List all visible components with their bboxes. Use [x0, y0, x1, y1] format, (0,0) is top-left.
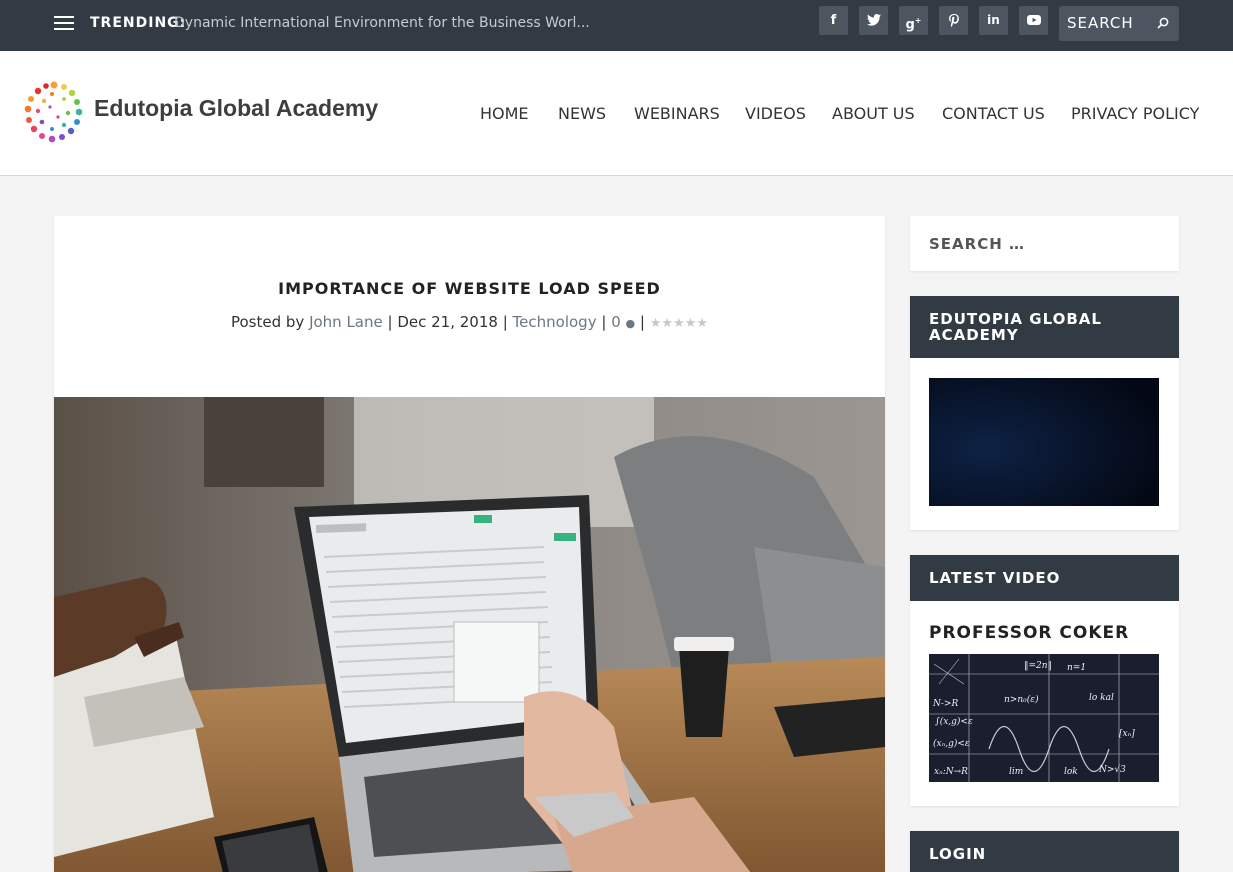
comment-icon: ● — [625, 317, 636, 330]
featured-image — [54, 397, 885, 872]
comments-link[interactable]: 0 ● — [611, 313, 635, 331]
professor-coker-video-thumbnail[interactable]: N->R n>n₀(ε) lo kal ∫(x,g)<ε n=1 (xₙ,g)<… — [929, 654, 1159, 782]
post-card: IMPORTANCE OF WEBSITE LOAD SPEED Posted … — [54, 216, 885, 872]
nav-news[interactable]: NEWS — [558, 104, 606, 123]
nav-home[interactable]: HOME — [480, 104, 529, 123]
svg-text:xₙ:N→R: xₙ:N→R — [934, 767, 968, 777]
author-link[interactable]: John Lane — [309, 313, 383, 331]
svg-text:N->R: N->R — [932, 699, 958, 709]
nav-privacy-policy[interactable]: PRIVACY POLICY — [1071, 104, 1199, 123]
meta-separator: | — [387, 313, 398, 331]
svg-text:n=1: n=1 — [1067, 663, 1086, 673]
sidebar-search-input[interactable] — [929, 232, 1159, 256]
sidebar-search-box[interactable] — [910, 216, 1179, 271]
site-title[interactable]: Edutopia Global Academy — [94, 95, 378, 122]
top-search-box[interactable] — [1059, 6, 1179, 41]
top-bar: TRENDING: Dynamic International Environm… — [0, 0, 1233, 51]
post-title: IMPORTANCE OF WEBSITE LOAD SPEED — [278, 279, 661, 298]
pinterest-icon[interactable] — [939, 6, 968, 35]
academy-widget-title: EDUTOPIA GLOBAL ACADEMY — [910, 296, 1179, 358]
post-date: Dec 21, 2018 — [397, 313, 498, 331]
twitter-icon[interactable] — [859, 6, 888, 35]
menu-icon[interactable] — [54, 16, 74, 30]
top-search-input[interactable] — [1067, 12, 1147, 34]
latest-video-widget: LATEST VIDEO PROFESSOR COKER N->R n>n₀(ε… — [910, 555, 1179, 806]
youtube-icon[interactable] — [1019, 6, 1048, 35]
svg-text:N>√3: N>√3 — [1098, 764, 1126, 775]
search-icon[interactable] — [1157, 17, 1169, 29]
posted-by-label: Posted by — [230, 313, 305, 331]
comment-count: 0 — [611, 313, 621, 331]
trending-label: TRENDING: — [90, 15, 187, 31]
svg-text:‖=2n‖: ‖=2n‖ — [1024, 661, 1052, 671]
svg-text:lim: lim — [1009, 767, 1023, 777]
academy-video-player[interactable] — [929, 378, 1159, 506]
svg-text:(xₙ,g)<ε: (xₙ,g)<ε — [933, 738, 970, 749]
meta-separator: | — [502, 313, 513, 331]
login-widget-title: LOGIN — [910, 831, 1179, 872]
meta-separator: | — [639, 313, 650, 331]
meta-separator: | — [601, 313, 612, 331]
login-widget: LOGIN — [910, 831, 1179, 872]
trending-headline-link[interactable]: Dynamic International Environment for th… — [174, 15, 590, 31]
svg-text:lo kal: lo kal — [1089, 693, 1114, 703]
nav-contact-us[interactable]: CONTACT US — [942, 104, 1045, 123]
svg-text:∫(x,g)<ε: ∫(x,g)<ε — [935, 716, 973, 727]
nav-about-us[interactable]: ABOUT US — [832, 104, 915, 123]
video-title[interactable]: PROFESSOR COKER — [929, 623, 1129, 643]
category-link[interactable]: Technology — [513, 313, 597, 331]
academy-widget: EDUTOPIA GLOBAL ACADEMY — [910, 296, 1179, 530]
nav-webinars[interactable]: WEBINARS — [634, 104, 720, 123]
linkedin-icon[interactable]: in — [979, 6, 1008, 35]
facebook-icon[interactable]: f — [819, 6, 848, 35]
logo-icon[interactable] — [22, 79, 86, 145]
post-meta: Posted by John Lane | Dec 21, 2018 | Tec… — [54, 313, 885, 331]
svg-text:n>n₀(ε): n>n₀(ε) — [1004, 694, 1039, 705]
svg-text:[xₙ]: [xₙ] — [1119, 729, 1135, 739]
nav-videos[interactable]: VIDEOS — [745, 104, 806, 123]
svg-text:lok: lok — [1064, 767, 1078, 777]
latest-video-widget-title: LATEST VIDEO — [910, 555, 1179, 601]
site-header: Edutopia Global Academy HOME NEWS WEBINA… — [0, 51, 1233, 176]
google-plus-icon[interactable]: g+ — [899, 6, 928, 35]
rating-stars: ★★★★★ — [649, 316, 709, 331]
